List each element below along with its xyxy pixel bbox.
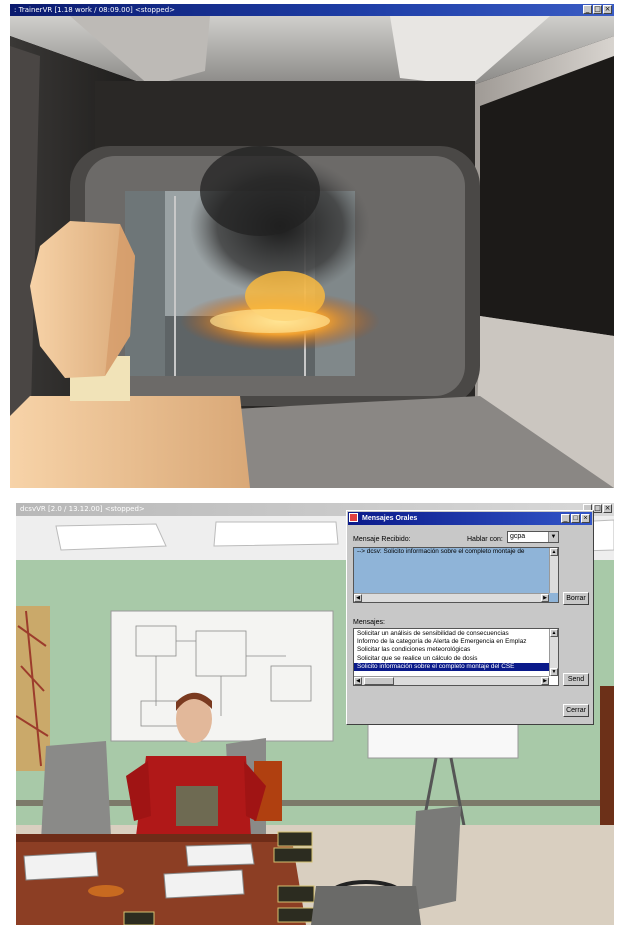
tunnel-fire-scene[interactable]	[10, 16, 614, 488]
chair-left	[41, 741, 111, 841]
trainer-vr-window: : TrainerVR [1.18 work / 08:09.00] <stop…	[10, 4, 614, 488]
paper-stack	[23, 851, 99, 881]
close-icon[interactable]: ×	[603, 504, 612, 513]
chair-front-right	[411, 806, 461, 911]
trainer-vr-titlebar: : TrainerVR [1.18 work / 08:09.00] <stop…	[10, 4, 614, 16]
scroll-up-icon[interactable]: ▲	[550, 629, 558, 637]
close-icon[interactable]: ×	[581, 514, 590, 523]
minimize-icon[interactable]: _	[583, 5, 592, 14]
scroll-up-icon[interactable]: ▲	[550, 548, 558, 556]
talk-with-label: Hablar con:	[467, 536, 503, 543]
app-icon	[349, 513, 358, 522]
list-item[interactable]: Informo de la categoría de Alerta de Eme…	[354, 638, 558, 646]
scroll-down-icon[interactable]: ▼	[550, 668, 558, 676]
avatar-torso	[10, 396, 250, 488]
meeting-table	[16, 834, 306, 925]
list-item[interactable]: Solicitar las condiciones meteorológicas	[354, 646, 558, 654]
maximize-icon[interactable]: □	[571, 514, 580, 523]
messages-label: Mensajes:	[353, 619, 385, 626]
horizontal-scrollbar[interactable]: ◀ ▶	[354, 676, 549, 685]
list-item[interactable]: Solicitar que se realice un cálculo de d…	[354, 655, 558, 663]
maximize-icon[interactable]: □	[593, 504, 602, 513]
maximize-icon[interactable]: □	[593, 5, 602, 14]
close-button[interactable]: Cerrar	[563, 704, 589, 717]
close-icon[interactable]: ×	[603, 5, 612, 14]
list-item[interactable]: Solicitar un análisis de sensibilidad de…	[354, 630, 558, 638]
send-button[interactable]: Send	[563, 673, 589, 686]
chevron-down-icon[interactable]: ▼	[548, 532, 558, 542]
dcsv-vr-title: dcsvVR [2.0 / 13.12.00] <stopped>	[20, 505, 145, 513]
trainer-vr-title: : TrainerVR [1.18 work / 08:09.00] <stop…	[14, 6, 176, 14]
delete-button[interactable]: Borrar	[563, 592, 589, 605]
minimize-icon[interactable]: _	[561, 514, 570, 523]
mensajes-orales-dialog: Mensajes Orales _ □ × Mensaje Recibido: …	[346, 510, 594, 725]
scroll-right-icon[interactable]: ▶	[541, 594, 549, 602]
received-label: Mensaje Recibido:	[353, 536, 411, 543]
list-item[interactable]: Solicito información sobre el completo m…	[354, 662, 558, 672]
scroll-thumb[interactable]	[364, 677, 394, 685]
talk-with-select[interactable]: gcpa ▼	[507, 531, 559, 543]
scroll-left-icon[interactable]: ◀	[354, 594, 362, 602]
vertical-scrollbar[interactable]: ▲	[549, 548, 558, 593]
received-message-box[interactable]: --> dcsv: Solicito información sobre el …	[353, 547, 559, 603]
dialog-title: Mensajes Orales	[362, 515, 418, 522]
dialog-titlebar: Mensajes Orales	[348, 512, 592, 525]
received-message-text: --> dcsv: Solicito información sobre el …	[357, 548, 525, 555]
messages-list[interactable]: Solicitar un análisis de sensibilidad de…	[353, 628, 559, 686]
scroll-left-icon[interactable]: ◀	[354, 677, 362, 685]
talk-with-value: gcpa	[510, 533, 526, 540]
scroll-right-icon[interactable]: ▶	[541, 677, 549, 685]
horizontal-scrollbar[interactable]: ◀ ▶	[354, 593, 549, 602]
vertical-scrollbar[interactable]: ▲ ▼	[549, 629, 558, 676]
